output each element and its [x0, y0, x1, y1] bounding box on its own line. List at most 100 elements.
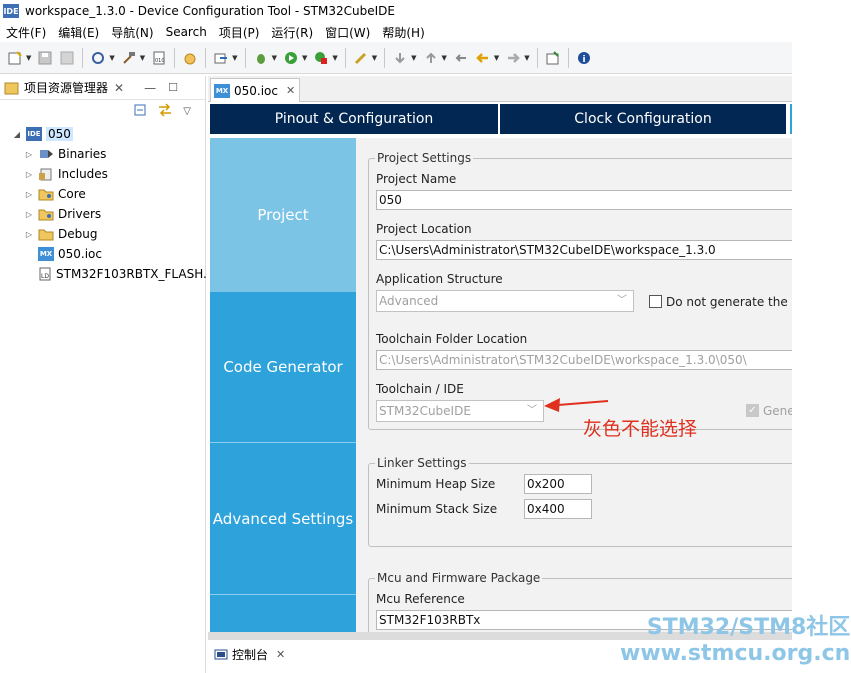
tree-label: Binaries [58, 147, 107, 161]
debug-bug-icon[interactable] [252, 49, 270, 67]
toolchain-ide-select: STM32CubeIDE ﹀ [376, 400, 544, 422]
menu-edit[interactable]: 编辑(E) [52, 24, 105, 41]
menu-navigate[interactable]: 导航(N) [105, 24, 159, 41]
import-icon[interactable] [212, 49, 230, 67]
build-hammer-icon[interactable] [120, 49, 138, 67]
min-stack-field[interactable]: 0x400 [524, 499, 592, 519]
do-not-generate-label: Do not generate the m [666, 295, 792, 309]
chevron-down-icon[interactable]: ▼ [524, 54, 529, 62]
do-not-generate-checkbox[interactable] [649, 295, 662, 308]
menu-window[interactable]: 窗口(W) [319, 24, 376, 41]
tree-item-drivers[interactable]: ▷ Drivers [0, 204, 206, 224]
tree-label: 050 [46, 127, 73, 141]
tree-item-linker-script[interactable]: LD STM32F103RBTX_FLASH. [0, 264, 207, 284]
project-tree: ◢ IDE 050 ▷ Binaries ▷ Includes ▷ Core ▷… [0, 124, 207, 284]
chevron-down-icon[interactable]: ▼ [109, 54, 114, 62]
collapse-icon[interactable]: ▷ [24, 170, 34, 179]
toolbar-separator [567, 47, 569, 68]
tree-item-includes[interactable]: ▷ Includes [0, 164, 206, 184]
chevron-down-icon[interactable]: ▼ [494, 54, 499, 62]
tab-code-generator[interactable]: Code Generator [210, 292, 356, 443]
menu-file[interactable]: 文件(F) [0, 24, 52, 41]
annotation-text: 灰色不能选择 [583, 418, 698, 440]
settings-icon[interactable] [89, 49, 107, 67]
watermark-line2: www.stmcu.org.cn [620, 641, 851, 666]
chevron-down-icon[interactable]: ▼ [302, 54, 307, 62]
toolchain-ide-value: STM32CubeIDE [379, 404, 471, 418]
tree-project-050[interactable]: ◢ IDE 050 [0, 124, 206, 144]
chevron-down-icon[interactable]: ▼ [140, 54, 145, 62]
chevron-down-icon[interactable]: ▼ [411, 54, 416, 62]
chevron-down-icon[interactable]: ▼ [332, 54, 337, 62]
back-icon[interactable] [474, 49, 492, 67]
info-icon[interactable]: i [575, 49, 593, 67]
chevron-down-icon[interactable]: ▼ [442, 54, 447, 62]
collapse-icon[interactable]: ▷ [24, 210, 34, 219]
project-location-label: Project Location [376, 222, 472, 236]
collapse-icon[interactable]: ▷ [24, 150, 34, 159]
tab-advanced-settings[interactable]: Advanced Settings [210, 443, 356, 595]
menu-help[interactable]: 帮助(H) [376, 24, 430, 41]
group-legend: Project Settings [375, 151, 474, 165]
tree-item-core[interactable]: ▷ Core [0, 184, 206, 204]
binary-icon[interactable]: 010 [150, 49, 168, 67]
svg-text:i: i [582, 55, 585, 65]
collapse-icon[interactable]: ▷ [24, 190, 34, 199]
new-icon[interactable] [6, 49, 24, 67]
forward-icon[interactable] [504, 49, 522, 67]
prev-annotation-icon[interactable] [422, 49, 440, 67]
open-perspective-icon[interactable] [544, 49, 562, 67]
link-editor-icon[interactable] [157, 102, 173, 120]
folder-icon [38, 187, 54, 201]
tab-clock-configuration[interactable]: Clock Configuration [500, 104, 786, 134]
maximize-icon[interactable]: ☐ [168, 81, 178, 94]
save-all-icon[interactable] [58, 49, 76, 67]
chevron-down-icon[interactable]: ▼ [272, 54, 277, 62]
save-icon[interactable] [36, 49, 54, 67]
chevron-down-icon[interactable]: ▼ [26, 54, 31, 62]
explorer-title: 项目资源管理器 [24, 81, 109, 95]
tree-item-ioc[interactable]: MX 050.ioc [0, 244, 206, 264]
editor-tab-ioc[interactable]: MX 050.ioc ✕ [210, 78, 300, 102]
config-tabs: Pinout & Configuration Clock Configurati… [210, 104, 792, 134]
console-icon [214, 649, 228, 659]
tree-label: Includes [58, 167, 108, 181]
expand-icon[interactable]: ◢ [12, 130, 22, 139]
minimize-icon[interactable]: — [144, 81, 156, 95]
project-name-field[interactable]: 050 [376, 190, 792, 210]
tab-overflow [790, 104, 792, 134]
next-annotation-icon[interactable] [391, 49, 409, 67]
close-icon[interactable]: ✕ [114, 81, 124, 95]
tab-project[interactable]: Project [210, 138, 356, 292]
menu-run[interactable]: 运行(R) [265, 24, 319, 41]
min-heap-field[interactable]: 0x200 [524, 474, 592, 494]
toolchain-ide-label: Toolchain / IDE [376, 382, 464, 396]
tree-item-binaries[interactable]: ▷ Binaries [0, 144, 206, 164]
collapse-icon[interactable]: ▷ [24, 230, 34, 239]
tree-item-debug[interactable]: ▷ Debug [0, 224, 206, 244]
project-location-field[interactable]: C:\Users\Administrator\STM32CubeIDE\work… [376, 240, 792, 260]
close-icon[interactable]: ✕ [286, 84, 295, 97]
external-tool-icon[interactable] [312, 49, 330, 67]
run-icon[interactable] [282, 49, 300, 67]
hand-icon[interactable] [181, 49, 199, 67]
console-tab[interactable]: 控制台 ✕ [214, 646, 285, 663]
red-arrow-icon [544, 398, 609, 412]
chevron-down-icon[interactable]: ▼ [232, 54, 237, 62]
toolchain-folder-label: Toolchain Folder Location [376, 332, 528, 346]
tab-more[interactable] [210, 595, 356, 632]
collapse-all-icon[interactable] [133, 103, 147, 120]
min-stack-label: Minimum Stack Size [376, 502, 498, 516]
title-bar: IDE workspace_1.3.0 - Device Configurati… [0, 0, 851, 22]
tree-label: 050.ioc [58, 247, 102, 261]
chevron-down-icon[interactable]: ▼ [372, 54, 377, 62]
toolchain-folder-field: C:\Users\Administrator\STM32CubeIDE\work… [376, 350, 792, 370]
wand-icon[interactable] [352, 49, 370, 67]
last-edit-icon[interactable] [452, 49, 470, 67]
view-menu-icon[interactable]: ▽ [183, 106, 191, 117]
menu-search[interactable]: Search [160, 25, 213, 39]
tab-pinout-configuration[interactable]: Pinout & Configuration [210, 104, 498, 134]
generate-label: Gene [763, 404, 792, 418]
close-icon[interactable]: ✕ [276, 648, 285, 661]
menu-project[interactable]: 项目(P) [213, 24, 266, 41]
